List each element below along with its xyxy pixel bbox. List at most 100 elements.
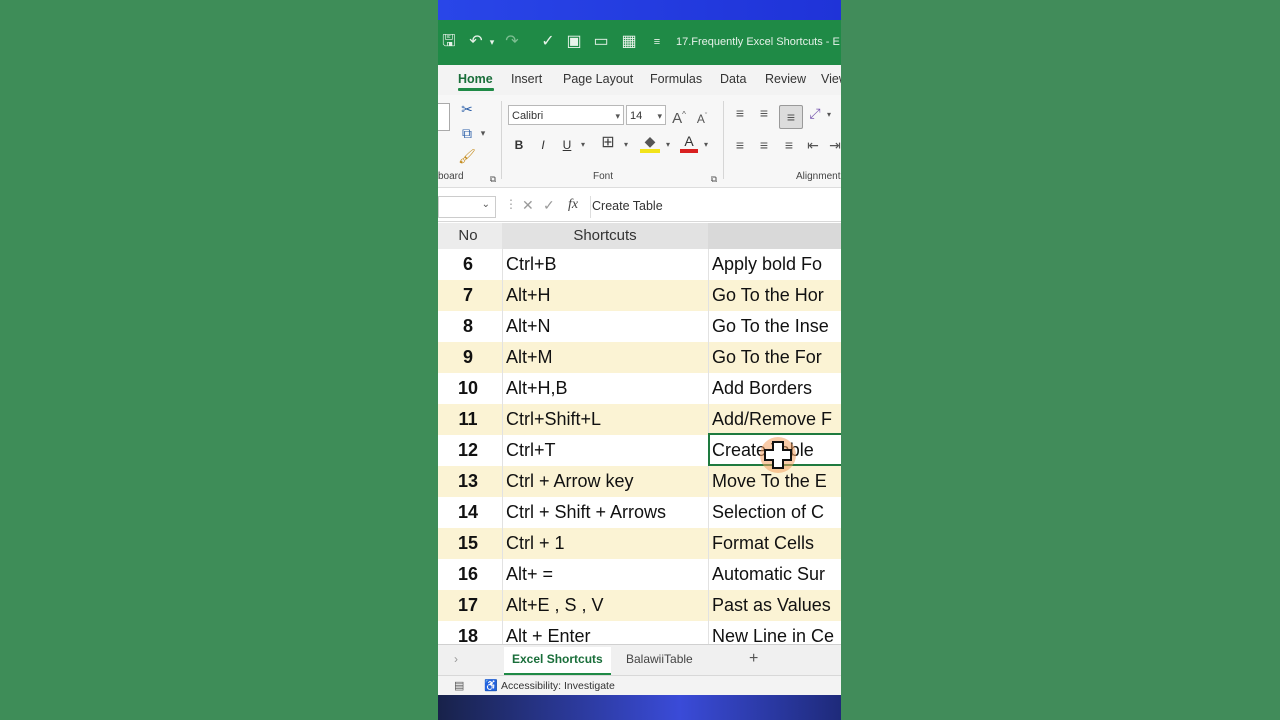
row-shortcut[interactable]: Ctrl+T bbox=[506, 435, 706, 466]
row-description[interactable]: Automatic Sur bbox=[712, 559, 841, 590]
tab-data[interactable]: Data bbox=[720, 72, 746, 86]
fill-color-dropdown-icon[interactable]: ▾ bbox=[663, 135, 673, 155]
row-shortcut[interactable]: Alt+N bbox=[506, 311, 706, 342]
row-shortcut[interactable]: Alt+H bbox=[506, 280, 706, 311]
row-shortcut[interactable]: Ctrl + Arrow key bbox=[506, 466, 706, 497]
header-description[interactable] bbox=[708, 223, 841, 249]
row-number[interactable]: 12 bbox=[438, 435, 498, 466]
save-icon[interactable]: 🖫 bbox=[439, 31, 459, 53]
underline-dropdown-icon[interactable]: ▾ bbox=[578, 135, 588, 155]
align-left-icon[interactable]: ≡ bbox=[731, 135, 749, 155]
align-bottom-icon[interactable]: ≡ bbox=[779, 105, 803, 129]
tab-home[interactable]: Home bbox=[458, 72, 493, 86]
increase-indent-icon[interactable]: ⇥ bbox=[826, 135, 841, 155]
table-row[interactable]: 9 Alt+M Go To the For bbox=[438, 342, 841, 373]
formula-input[interactable]: Create Table bbox=[592, 199, 663, 213]
tab-view[interactable]: View bbox=[821, 72, 841, 86]
underline-button[interactable]: U bbox=[560, 135, 574, 155]
redo-icon[interactable]: ↷ bbox=[502, 31, 522, 53]
table-row[interactable]: 7 Alt+H Go To the Hor bbox=[438, 280, 841, 311]
font-launcher-icon[interactable]: ⧉ bbox=[708, 169, 720, 189]
row-shortcut[interactable]: Alt+E , S , V bbox=[506, 590, 706, 621]
font-color-dropdown-icon[interactable]: ▾ bbox=[701, 135, 711, 155]
sheet-tab-balawiitable[interactable]: BalawiiTable bbox=[618, 647, 701, 673]
increase-font-icon[interactable]: A^ bbox=[670, 105, 688, 129]
cancel-icon[interactable]: ✕ bbox=[522, 197, 534, 214]
table-row[interactable]: 15 Ctrl + 1 Format Cells bbox=[438, 528, 841, 559]
header-no[interactable]: No bbox=[438, 223, 498, 249]
borders-dropdown-icon[interactable]: ▾ bbox=[621, 135, 631, 155]
tab-formulas[interactable]: Formulas bbox=[650, 72, 702, 86]
spelling-icon[interactable]: ✓ bbox=[538, 31, 558, 53]
align-right-icon[interactable]: ≡ bbox=[780, 135, 798, 155]
customize-qat-icon[interactable]: ≡ bbox=[647, 31, 667, 53]
row-description[interactable]: Add Borders bbox=[712, 373, 841, 404]
format-painter-icon[interactable]: 🖌 bbox=[457, 146, 477, 166]
form-icon[interactable]: ▦ bbox=[619, 31, 639, 53]
row-number[interactable]: 14 bbox=[438, 497, 498, 528]
row-shortcut[interactable]: Ctrl + Shift + Arrows bbox=[506, 497, 706, 528]
table-row[interactable]: 10 Alt+H,B Add Borders bbox=[438, 373, 841, 404]
align-top-icon[interactable]: ≡ bbox=[731, 103, 749, 123]
sheet-tab-excel-shortcuts[interactable]: Excel Shortcuts bbox=[504, 647, 611, 675]
table-row[interactable]: 14 Ctrl + Shift + Arrows Selection of C bbox=[438, 497, 841, 528]
borders-icon[interactable]: ⊞ bbox=[598, 133, 618, 153]
decrease-indent-icon[interactable]: ⇤ bbox=[804, 135, 822, 155]
more-options-icon[interactable]: ⋮ bbox=[505, 197, 517, 211]
accessibility-icon[interactable]: ♿ bbox=[484, 679, 498, 692]
paste-icon[interactable] bbox=[438, 103, 450, 131]
row-shortcut[interactable]: Ctrl + 1 bbox=[506, 528, 706, 559]
row-description[interactable]: Past as Values bbox=[712, 590, 841, 621]
add-sheet-button[interactable]: + bbox=[741, 647, 766, 673]
table-row[interactable]: 6 Ctrl+B Apply bold Fo bbox=[438, 249, 841, 280]
tab-page-layout[interactable]: Page Layout bbox=[563, 72, 633, 86]
row-number[interactable]: 15 bbox=[438, 528, 498, 559]
italic-button[interactable]: I bbox=[536, 135, 550, 155]
row-description[interactable]: Format Cells bbox=[712, 528, 841, 559]
header-shortcuts[interactable]: Shortcuts bbox=[502, 223, 708, 249]
orientation-dropdown-icon[interactable]: ▾ bbox=[824, 105, 834, 125]
row-number[interactable]: 11 bbox=[438, 404, 498, 435]
table-row[interactable]: 16 Alt+ = Automatic Sur bbox=[438, 559, 841, 590]
row-number[interactable]: 17 bbox=[438, 590, 498, 621]
clipboard-launcher-icon[interactable]: ⧉ bbox=[487, 169, 499, 189]
row-shortcut[interactable]: Ctrl+B bbox=[506, 249, 706, 280]
table-row[interactable]: 17 Alt+E , S , V Past as Values bbox=[438, 590, 841, 621]
row-shortcut[interactable]: Alt+M bbox=[506, 342, 706, 373]
row-number[interactable]: 9 bbox=[438, 342, 498, 373]
table-row[interactable]: 8 Alt+N Go To the Inse bbox=[438, 311, 841, 342]
row-description[interactable]: Selection of C bbox=[712, 497, 841, 528]
font-name-select[interactable]: Calibri ▾ bbox=[508, 105, 624, 125]
bold-button[interactable]: B bbox=[512, 135, 526, 155]
tab-insert[interactable]: Insert bbox=[511, 72, 542, 86]
align-center-icon[interactable]: ≡ bbox=[755, 135, 773, 155]
row-shortcut[interactable]: Alt+H,B bbox=[506, 373, 706, 404]
decrease-font-icon[interactable]: Aˇ bbox=[694, 107, 710, 129]
row-number[interactable]: 16 bbox=[438, 559, 498, 590]
row-number[interactable]: 10 bbox=[438, 373, 498, 404]
row-shortcut[interactable]: Alt+ = bbox=[506, 559, 706, 590]
row-number[interactable]: 6 bbox=[438, 249, 498, 280]
tab-review[interactable]: Review bbox=[765, 72, 806, 86]
font-size-select[interactable]: 14 ▾ bbox=[626, 105, 666, 125]
row-description[interactable]: Apply bold Fo bbox=[712, 249, 841, 280]
enter-icon[interactable]: ✓ bbox=[543, 197, 555, 214]
row-description[interactable]: Go To the Hor bbox=[712, 280, 841, 311]
name-box[interactable]: ⌄ bbox=[438, 196, 496, 218]
font-color-icon[interactable]: A bbox=[680, 133, 698, 153]
accessibility-status[interactable]: Accessibility: Investigate bbox=[501, 680, 615, 692]
align-middle-icon[interactable]: ≡ bbox=[755, 103, 773, 123]
row-shortcut[interactable]: Ctrl+Shift+L bbox=[506, 404, 706, 435]
comment-icon[interactable]: ▭ bbox=[591, 31, 611, 53]
fill-color-icon[interactable]: ◆ bbox=[640, 133, 660, 153]
orientation-icon[interactable]: ⤢ bbox=[806, 103, 824, 123]
copy-dropdown-icon[interactable]: ▾ bbox=[478, 123, 488, 143]
insert-function-icon[interactable]: fx bbox=[568, 197, 578, 213]
row-number[interactable]: 7 bbox=[438, 280, 498, 311]
table-row[interactable]: 11 Ctrl+Shift+L Add/Remove F bbox=[438, 404, 841, 435]
row-number[interactable]: 13 bbox=[438, 466, 498, 497]
row-number[interactable]: 8 bbox=[438, 311, 498, 342]
cut-icon[interactable]: ✂ bbox=[457, 99, 477, 119]
undo-dropdown-icon[interactable]: ▾ bbox=[482, 31, 502, 53]
row-description[interactable]: Add/Remove F bbox=[712, 404, 841, 435]
